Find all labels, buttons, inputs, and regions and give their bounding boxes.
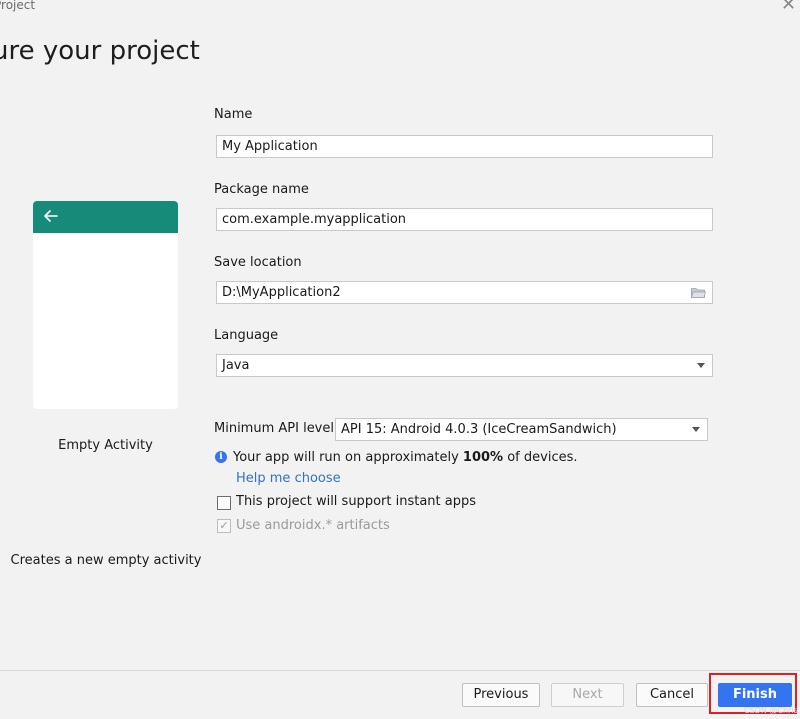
package-name-input[interactable]: com.example.myapplication bbox=[216, 208, 713, 231]
min-api-label: Minimum API level bbox=[214, 421, 334, 436]
min-api-value: API 15: Android 4.0.3 (IceCreamSandwich) bbox=[341, 422, 617, 437]
footer-divider bbox=[0, 670, 800, 671]
androidx-label: Use androidx.* artifacts bbox=[236, 518, 390, 533]
chevron-down-icon bbox=[697, 363, 705, 368]
page-title: ure your project bbox=[0, 36, 200, 66]
min-api-dropdown[interactable]: API 15: Android 4.0.3 (IceCreamSandwich) bbox=[335, 418, 708, 441]
name-label: Name bbox=[214, 107, 253, 122]
template-name: Empty Activity bbox=[58, 438, 153, 453]
previous-button[interactable]: Previous bbox=[462, 683, 540, 707]
language-value: Java bbox=[222, 358, 250, 373]
help-me-choose-link[interactable]: Help me choose bbox=[236, 471, 341, 486]
name-input-value: My Application bbox=[222, 139, 318, 154]
save-location-value: D:\MyApplication2 bbox=[222, 285, 341, 300]
template-description: Creates a new empty activity bbox=[10, 553, 202, 568]
name-input[interactable]: My Application bbox=[216, 135, 713, 158]
coverage-suffix: of devices. bbox=[503, 450, 578, 465]
folder-icon[interactable] bbox=[691, 287, 706, 298]
package-name-label: Package name bbox=[214, 182, 309, 197]
save-location-label: Save location bbox=[214, 255, 302, 270]
info-icon: i bbox=[215, 451, 227, 463]
watermark: CSDN @Chris bbox=[744, 706, 798, 715]
back-arrow-icon bbox=[44, 210, 58, 222]
close-icon[interactable]: ✕ bbox=[781, 0, 796, 15]
cancel-button[interactable]: Cancel bbox=[636, 683, 708, 707]
preview-app-bar bbox=[33, 201, 178, 233]
coverage-prefix: Your app will run on approximately bbox=[233, 450, 463, 465]
language-dropdown[interactable]: Java bbox=[216, 354, 713, 377]
template-preview-card bbox=[33, 201, 178, 409]
coverage-percent: 100% bbox=[462, 450, 504, 465]
language-label: Language bbox=[214, 328, 279, 343]
chevron-down-icon bbox=[692, 427, 700, 432]
package-name-value: com.example.myapplication bbox=[222, 212, 407, 227]
window-title: Project bbox=[0, 0, 36, 12]
save-location-input[interactable]: D:\MyApplication2 bbox=[216, 281, 713, 304]
instant-apps-label: This project will support instant apps bbox=[236, 494, 476, 509]
device-coverage-text: Your app will run on approximately 100% … bbox=[233, 450, 578, 465]
androidx-checkbox: ✓ bbox=[217, 519, 231, 533]
instant-apps-checkbox[interactable] bbox=[217, 496, 231, 510]
next-button: Next bbox=[551, 683, 624, 707]
